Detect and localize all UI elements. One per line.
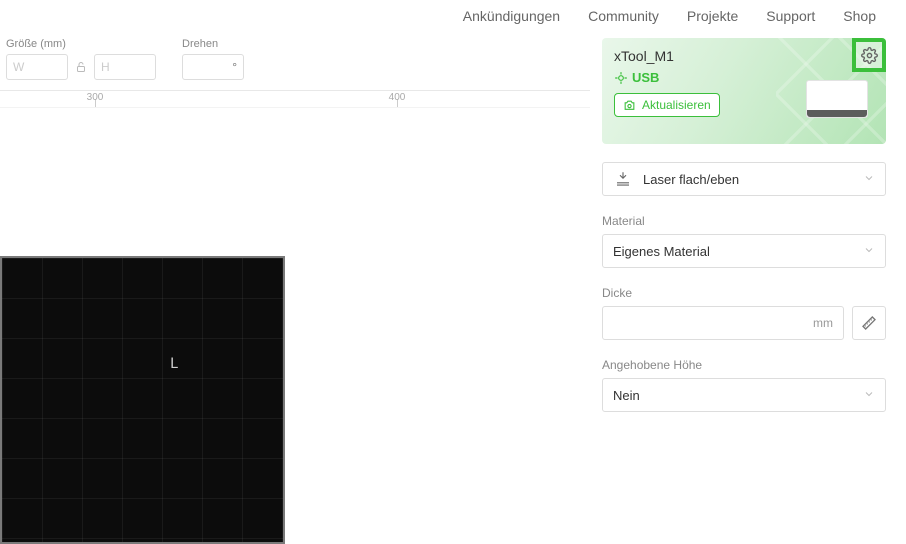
camera-icon [623, 99, 636, 112]
nav-announcements[interactable]: Ankündigungen [463, 8, 560, 24]
mode-select[interactable]: Laser flach/eben [602, 162, 886, 196]
ruler-icon [861, 315, 877, 331]
device-image [806, 80, 868, 118]
chevron-down-icon [863, 388, 875, 403]
corner-marker: L [170, 356, 178, 372]
thickness-label: Dicke [602, 286, 886, 300]
gear-icon [861, 47, 878, 64]
horizontal-ruler: 300 400 [0, 90, 590, 108]
ruler-mark-300: 300 [87, 92, 104, 103]
thickness-input[interactable] [613, 316, 813, 331]
thickness-unit: mm [813, 316, 833, 330]
top-nav: Ankündigungen Community Projekte Support… [463, 8, 876, 24]
size-group: Größe (mm) [6, 38, 156, 80]
lock-icon[interactable] [72, 56, 90, 78]
height-input[interactable] [94, 54, 156, 80]
canvas-area[interactable]: L [0, 108, 590, 544]
measure-button[interactable] [852, 306, 886, 340]
raised-value: Nein [613, 388, 863, 403]
raised-label: Angehobene Höhe [602, 358, 886, 372]
property-bar: Größe (mm) Drehen [6, 38, 244, 80]
right-panel: xTool_M1 USB Aktualisieren Laser flach/e… [602, 38, 886, 412]
chevron-down-icon [863, 244, 875, 259]
raised-select[interactable]: Nein [602, 378, 886, 412]
nav-support[interactable]: Support [766, 8, 815, 24]
rotate-input[interactable] [182, 54, 244, 80]
refresh-button[interactable]: Aktualisieren [614, 93, 720, 117]
thickness-input-wrap: mm [602, 306, 844, 340]
laser-flat-icon [613, 170, 633, 188]
ruler-mark-400: 400 [389, 92, 406, 103]
nav-projects[interactable]: Projekte [687, 8, 738, 24]
material-label: Material [602, 214, 886, 228]
material-value: Eigenes Material [613, 244, 863, 259]
usb-icon [614, 71, 628, 85]
rotate-label: Drehen [182, 38, 244, 50]
camera-preview: L [0, 256, 285, 544]
settings-button[interactable] [852, 38, 886, 72]
size-label: Größe (mm) [6, 38, 156, 50]
rotate-group: Drehen [182, 38, 244, 80]
chevron-down-icon [863, 172, 875, 187]
width-input[interactable] [6, 54, 68, 80]
device-card: xTool_M1 USB Aktualisieren [602, 38, 886, 144]
nav-community[interactable]: Community [588, 8, 659, 24]
mode-value: Laser flach/eben [643, 172, 863, 187]
nav-shop[interactable]: Shop [843, 8, 876, 24]
material-select[interactable]: Eigenes Material [602, 234, 886, 268]
